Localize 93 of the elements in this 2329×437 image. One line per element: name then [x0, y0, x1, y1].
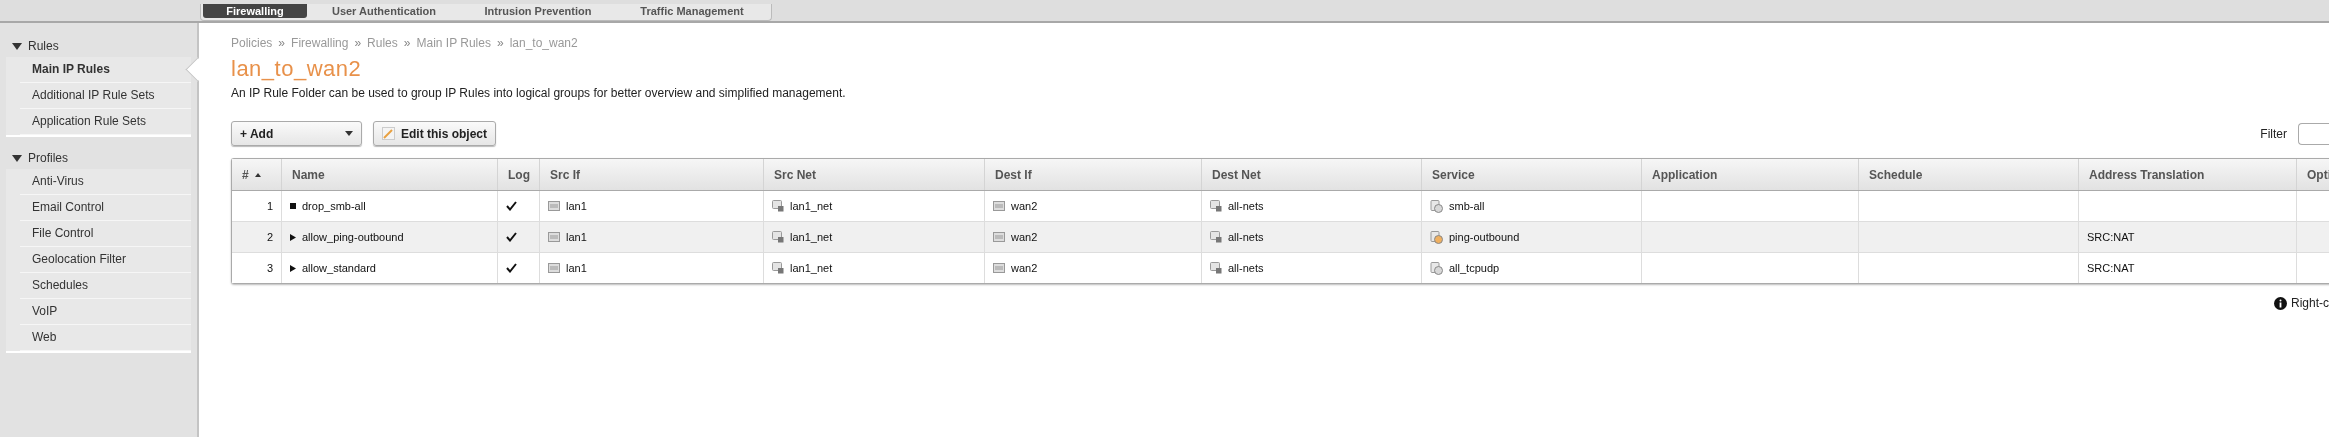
table-cell: SRC:NAT — [2078, 253, 2296, 283]
table-cell: lan1_net — [763, 253, 984, 283]
table-cell: lan1 — [539, 222, 763, 252]
column-header[interactable]: # — [232, 159, 281, 190]
sidebar-item[interactable]: Geolocation Filter — [20, 247, 191, 273]
table-cell: all-nets — [1201, 222, 1421, 252]
column-header[interactable]: Schedule — [1858, 159, 2078, 190]
table-cell: allow_standard — [281, 253, 497, 283]
service-icon — [1430, 199, 1443, 213]
table-row[interactable]: 3 allow_standard lan1 lan1_net wan2 all-nets all_tcpudp SRC:NAT — [232, 253, 2329, 283]
caret-icon — [345, 131, 353, 136]
table-cell-text: 3 — [265, 261, 274, 276]
edit-button[interactable]: Edit this object — [373, 121, 496, 146]
table-cell: lan1_net — [763, 222, 984, 252]
table-cell: ping-outbound — [1421, 222, 1641, 252]
page-description: An IP Rule Folder can be used to group IP Rules into logical groups for better overview and simplified management. — [231, 86, 847, 100]
table-cell: all-nets — [1201, 253, 1421, 283]
network-icon — [1210, 231, 1222, 243]
sidebar-item[interactable]: Email Control — [20, 195, 191, 221]
interface-icon — [548, 262, 560, 274]
square-icon — [290, 203, 296, 209]
add-button[interactable]: + Add — [231, 121, 362, 146]
service-icon — [1430, 261, 1443, 275]
interface-icon — [548, 231, 560, 243]
service-icon — [1430, 230, 1443, 244]
network-icon — [1210, 262, 1222, 274]
column-header[interactable]: Src Net — [763, 159, 984, 190]
table-row[interactable]: 2 allow_ping-outbound lan1 lan1_net wan2 all-nets ping-outbound SRC:NAT — [232, 222, 2329, 253]
section-title: Rules — [28, 39, 59, 53]
checkmark-icon — [506, 232, 517, 242]
filter-label: Filter — [2260, 126, 2287, 141]
checkmark-icon — [506, 263, 517, 273]
table-cell: wan2 — [984, 191, 1201, 221]
table-cell: wan2 — [984, 222, 1201, 252]
table-row[interactable]: 1 drop_smb-all lan1 lan1_net wan2 all-nets smb-all — [232, 191, 2329, 222]
sidebar-item[interactable]: Anti-Virus — [20, 169, 191, 195]
table-cell: lan1 — [539, 253, 763, 283]
network-icon — [772, 231, 784, 243]
sidebar-section-header[interactable]: Profiles — [0, 147, 197, 169]
network-icon — [772, 200, 784, 212]
interface-icon — [993, 262, 1005, 274]
checkmark-icon — [506, 201, 517, 211]
table-cell: allow_ping-outbound — [281, 222, 497, 252]
hint-text: Right-c — [2291, 296, 2329, 310]
breadcrumb-separator: » — [278, 36, 286, 50]
sidebar-item[interactable]: Application Rule Sets — [20, 109, 191, 135]
nav-tab[interactable]: User Authentication — [307, 4, 461, 18]
sidebar-item[interactable]: VoIP — [20, 299, 191, 325]
table-cell: all_tcpudp — [1421, 253, 1641, 283]
breadcrumb-separator: » — [403, 36, 411, 50]
filter-field[interactable] — [2298, 122, 2329, 145]
nav-tab[interactable]: Intrusion Prevention — [461, 4, 615, 18]
sort-icon — [254, 172, 261, 177]
interface-icon — [993, 200, 1005, 212]
column-header[interactable]: Log — [497, 159, 539, 190]
nav-tab[interactable]: Firewalling — [203, 4, 307, 18]
column-header[interactable]: Application — [1641, 159, 1858, 190]
network-icon — [1210, 200, 1222, 212]
table-cell: lan1 — [539, 191, 763, 221]
column-header[interactable]: Dest Net — [1201, 159, 1421, 190]
table-cell: drop_smb-all — [281, 191, 497, 221]
section-title: Profiles — [28, 151, 68, 165]
nav-tab[interactable]: Traffic Management — [615, 4, 769, 18]
sidebar-item[interactable]: Web — [20, 325, 191, 351]
column-header[interactable]: Dest If — [984, 159, 1201, 190]
network-icon — [772, 262, 784, 274]
table-cell: lan1_net — [763, 191, 984, 221]
info-icon — [2274, 296, 2287, 310]
interface-icon — [993, 231, 1005, 243]
column-header[interactable]: Name — [281, 159, 497, 190]
pencil-icon — [382, 127, 395, 140]
breadcrumb-separator: » — [496, 36, 504, 50]
play-icon — [290, 233, 296, 241]
play-icon — [290, 264, 296, 272]
sidebar-section-header[interactable]: Rules — [0, 35, 197, 57]
sidebar-item[interactable]: Main IP Rules — [20, 57, 191, 83]
table-cell: SRC:NAT — [2078, 222, 2296, 252]
sidebar-item[interactable]: Additional IP Rule Sets — [20, 83, 191, 109]
column-header[interactable]: Address Translation — [2078, 159, 2296, 190]
triangle-icon — [12, 154, 22, 162]
table-cell: all-nets — [1201, 191, 1421, 221]
column-header[interactable]: Service — [1421, 159, 1641, 190]
breadcrumb-separator: » — [354, 36, 362, 50]
triangle-icon — [12, 42, 22, 50]
sidebar-item[interactable]: Schedules — [20, 273, 191, 299]
table-cell-text: 1 — [265, 199, 274, 214]
sidebar-item[interactable]: File Control — [20, 221, 191, 247]
table-cell: wan2 — [984, 253, 1201, 283]
page-title: lan_to_wan2 — [231, 56, 363, 82]
column-header[interactable]: Src If — [539, 159, 763, 190]
interface-icon — [548, 200, 560, 212]
table-cell: smb-all — [1421, 191, 1641, 221]
table-cell-text: 2 — [265, 230, 274, 245]
